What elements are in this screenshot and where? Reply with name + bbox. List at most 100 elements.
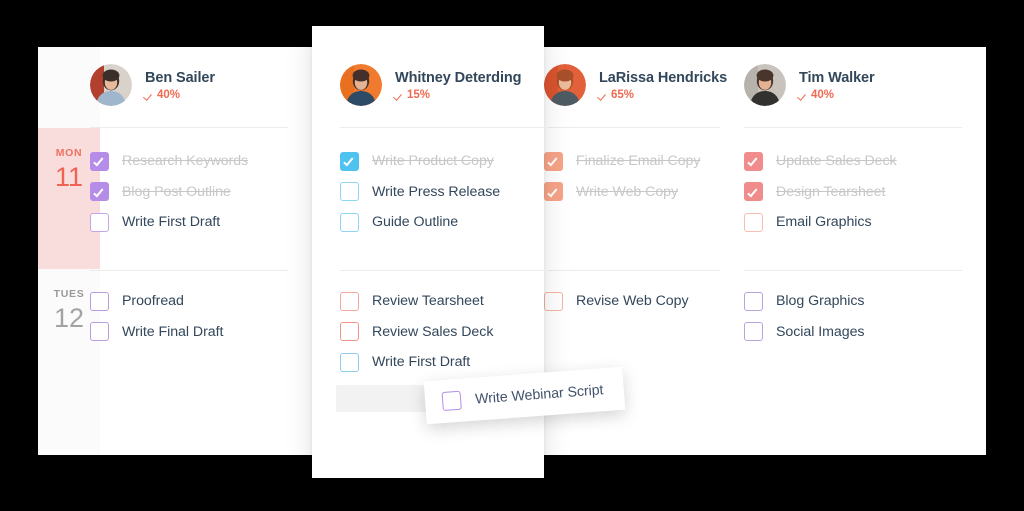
column-header-2: LaRissa Hendricks 65% bbox=[544, 64, 727, 106]
task-row[interactable]: Blog Post Outline bbox=[90, 181, 231, 203]
date-weekday: MON bbox=[55, 147, 83, 159]
avatar-whitney-deterding bbox=[340, 64, 382, 106]
task-label: Write Web Copy bbox=[576, 183, 679, 200]
avatar-ben-sailer bbox=[90, 64, 132, 106]
progress-badge: 40% bbox=[799, 89, 875, 101]
task-row[interactable]: Write Product Copy bbox=[340, 150, 494, 172]
dragged-task-label: Write Webinar Script bbox=[474, 381, 604, 408]
section-divider bbox=[340, 270, 548, 271]
checkmark-icon bbox=[547, 186, 558, 197]
check-icon bbox=[599, 90, 608, 99]
checkbox-unchecked-icon[interactable] bbox=[744, 212, 763, 232]
task-label: Review Tearsheet bbox=[372, 293, 484, 309]
task-label: Proofread bbox=[122, 293, 184, 309]
column-header-0: Ben Sailer 40% bbox=[90, 64, 215, 106]
checkbox-unchecked-icon[interactable] bbox=[340, 182, 359, 201]
task-row[interactable]: Email Graphics bbox=[744, 211, 872, 233]
checkmark-icon bbox=[93, 186, 104, 197]
checkbox-checked-icon[interactable] bbox=[90, 151, 109, 171]
task-label: Write First Draft bbox=[122, 214, 221, 230]
task-row[interactable]: Review Tearsheet bbox=[340, 290, 484, 312]
section-divider bbox=[90, 127, 288, 128]
task-row[interactable]: Write Press Release bbox=[340, 181, 500, 203]
task-row[interactable]: Design Tearsheet bbox=[744, 181, 885, 203]
checkmark-icon bbox=[747, 155, 758, 166]
task-row[interactable]: Research Keywords bbox=[90, 150, 248, 172]
date-day-number: 11 bbox=[54, 161, 84, 192]
progress-value: 15% bbox=[407, 88, 431, 101]
checkbox-unchecked-icon[interactable] bbox=[744, 291, 763, 311]
assignee-name: Ben Sailer bbox=[145, 69, 215, 86]
checkbox-unchecked-icon[interactable] bbox=[90, 322, 109, 341]
checkbox-unchecked-icon[interactable] bbox=[340, 352, 359, 372]
checkbox-unchecked-icon[interactable] bbox=[90, 212, 109, 232]
task-row[interactable]: Guide Outline bbox=[340, 211, 458, 233]
checkbox-unchecked-icon[interactable] bbox=[340, 291, 359, 311]
checkmark-icon bbox=[547, 155, 558, 166]
date-day-number: 12 bbox=[53, 302, 85, 333]
section-divider bbox=[744, 127, 962, 128]
checkbox-checked-icon[interactable] bbox=[744, 182, 763, 201]
avatar-larissa-hendricks bbox=[544, 64, 586, 106]
task-label: Write Product Copy bbox=[372, 153, 494, 169]
checkbox-checked-icon[interactable] bbox=[90, 182, 109, 201]
task-row[interactable]: Revise Web Copy bbox=[544, 290, 689, 312]
checkmark-icon bbox=[93, 155, 104, 166]
task-label: Write Press Release bbox=[372, 183, 501, 200]
task-label: Write First Draft bbox=[372, 354, 471, 370]
section-divider bbox=[544, 270, 720, 271]
check-icon bbox=[799, 90, 808, 99]
task-row[interactable]: Write Final Draft bbox=[90, 321, 223, 343]
section-divider bbox=[340, 127, 548, 128]
section-divider bbox=[90, 270, 288, 271]
checkbox-checked-icon[interactable] bbox=[340, 151, 359, 171]
section-divider bbox=[544, 127, 720, 128]
progress-badge: 65% bbox=[599, 89, 727, 101]
task-row[interactable]: Update Sales Deck bbox=[744, 150, 897, 172]
task-row[interactable]: Review Sales Deck bbox=[340, 321, 493, 343]
task-label: Research Keywords bbox=[122, 153, 249, 169]
task-row[interactable]: Write First Draft bbox=[90, 211, 220, 233]
task-row[interactable]: Blog Graphics bbox=[744, 290, 865, 312]
checkbox-checked-icon[interactable] bbox=[744, 151, 763, 171]
task-label: Write Final Draft bbox=[122, 323, 224, 340]
check-icon bbox=[395, 90, 404, 99]
progress-value: 65% bbox=[611, 88, 635, 101]
task-label: Blog Post Outline bbox=[122, 183, 231, 200]
task-row[interactable]: Finalize Email Copy bbox=[544, 150, 700, 172]
checkmark-icon bbox=[343, 155, 354, 166]
avatar-tim-walker bbox=[744, 64, 786, 106]
checkbox-unchecked-icon[interactable] bbox=[340, 322, 359, 341]
task-row[interactable]: Write Web Copy bbox=[544, 181, 678, 203]
progress-value: 40% bbox=[157, 88, 181, 101]
task-row[interactable]: Social Images bbox=[744, 321, 865, 343]
checkbox-unchecked-icon[interactable] bbox=[441, 390, 462, 412]
assignee-name: LaRissa Hendricks bbox=[599, 69, 728, 86]
check-icon bbox=[145, 90, 154, 99]
column-header-1: Whitney Deterding 15% bbox=[340, 64, 521, 106]
task-board-screenshot: MON 11 TUES 12 Ben Sailer 40% Research Keywor… bbox=[0, 0, 1024, 511]
section-divider bbox=[744, 270, 962, 271]
progress-badge: 15% bbox=[395, 89, 521, 101]
checkmark-icon bbox=[747, 186, 758, 197]
checkbox-unchecked-icon[interactable] bbox=[744, 322, 763, 341]
task-row[interactable]: Proofread bbox=[90, 290, 184, 312]
task-label: Guide Outline bbox=[372, 214, 459, 230]
assignee-name: Tim Walker bbox=[799, 69, 875, 86]
task-label: Email Graphics bbox=[776, 214, 872, 230]
checkbox-checked-icon[interactable] bbox=[544, 182, 563, 201]
checkbox-checked-icon[interactable] bbox=[544, 151, 563, 171]
task-label: Review Sales Deck bbox=[372, 323, 494, 340]
date-rail: MON 11 TUES 12 bbox=[38, 47, 100, 455]
checkbox-unchecked-icon[interactable] bbox=[90, 291, 109, 311]
column-header-3: Tim Walker 40% bbox=[744, 64, 875, 106]
task-label: Update Sales Deck bbox=[776, 153, 897, 169]
task-row[interactable]: Write First Draft bbox=[340, 351, 470, 373]
task-label: Blog Graphics bbox=[776, 293, 865, 309]
task-label: Revise Web Copy bbox=[576, 293, 689, 309]
progress-value: 40% bbox=[811, 88, 835, 101]
date-weekday: TUES bbox=[53, 288, 85, 300]
progress-badge: 40% bbox=[145, 89, 215, 101]
checkbox-unchecked-icon[interactable] bbox=[340, 212, 359, 232]
checkbox-unchecked-icon[interactable] bbox=[544, 291, 563, 311]
